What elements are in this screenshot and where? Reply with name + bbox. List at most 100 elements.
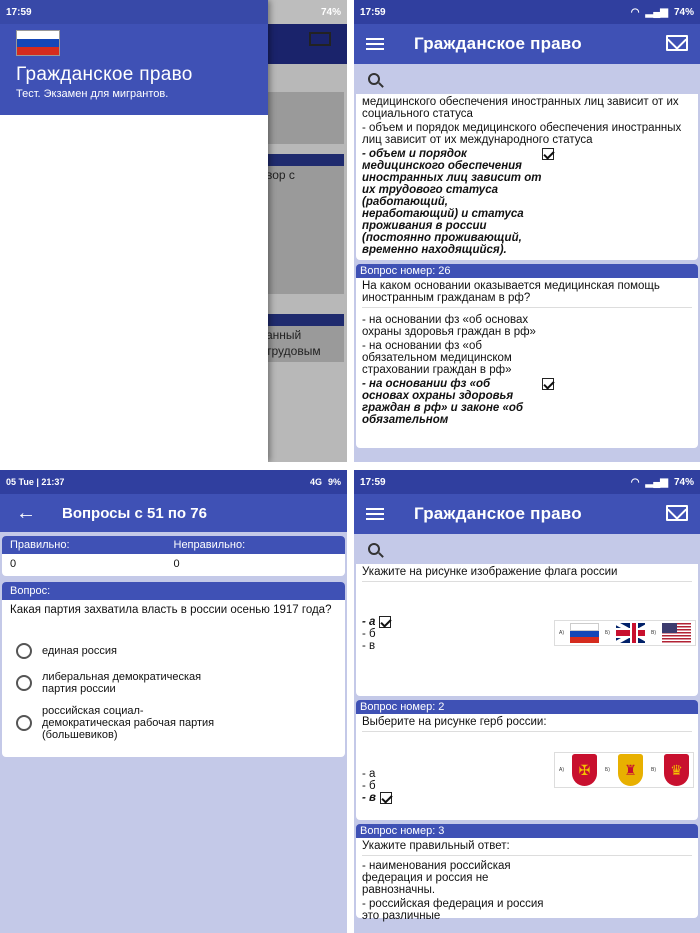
answer-option: - на основании фз «об обязательном медиц… [362,340,512,376]
dimmed-card: вор с [262,154,344,294]
panel-answers-list: 17:59 ◠ ▂▄▆ 74% Гражданское право медицинс… [354,0,700,462]
correct-answer-row: - на основании фз «об основах охраны здо… [362,378,692,426]
wrong-label: Неправильно: [173,539,246,551]
image-label: В) [650,767,656,773]
question-text: На каком основании оказывается медицинск… [362,280,692,308]
dimmed-text: трудовым [266,344,321,358]
app-title: Гражданское право [414,34,582,53]
coats-of-arms-image: А) ✠ Б) ♜ В) ♛ [554,752,694,788]
answer-option: - объем и порядок медицинского обеспечен… [362,122,682,146]
answer-option: - российская федерация и россия это разл… [362,898,544,922]
usa-flag-icon [661,623,691,643]
dimmed-text: анный [266,328,302,342]
score-card: Правильно: Неправильно: 0 0 [2,536,345,576]
app-title: Гражданское право [414,504,582,523]
search-icon[interactable] [368,543,380,555]
panel-quiz: 05 Tue | 21:37 4G 9% ← Вопросы с 51 по 76… [0,470,347,933]
status-battery: 74% [320,6,341,18]
question-card: На каком основании оказывается медицинск… [356,278,698,448]
panel-image-questions: 17:59 ◠ ▂▄▆ 74% Гражданское право Укажите … [354,470,700,933]
correct-label: Правильно: [10,539,70,551]
image-label: Б) [605,767,610,773]
status-time: 17:59 [360,6,386,18]
russia-flag-icon [570,623,600,643]
checkmark-icon [542,148,554,160]
status-bar: 05 Tue | 21:37 4G 9% [0,470,347,494]
app-bar: ← Вопросы с 51 по 76 [0,494,347,532]
network-type: 4G [309,477,322,487]
status-time: 05 Tue | 21:37 [6,477,65,487]
signal-icon: ▂▄▆ [645,476,668,488]
image-label: В) [650,630,656,636]
correct-answer-row: - в [362,792,692,804]
correct-answer: - в [362,792,376,805]
question-label: Вопрос: [2,582,345,600]
wrong-count: 0 [173,558,180,570]
search-icon[interactable] [368,73,380,85]
score-values: 0 0 [2,554,345,576]
question-card: Укажите правильный ответ: - наименования… [356,838,698,922]
app-logo-flag-icon [16,30,60,56]
navigation-drawer[interactable]: 17:59 Гражданское право Тест. Экзамен дл… [0,0,268,462]
answer-option[interactable]: либеральная демократическая партия росси… [2,669,345,697]
status-time: 17:59 [360,476,386,488]
answer-label: единая россия [42,645,117,657]
mail-icon[interactable] [666,35,688,51]
search-bar[interactable] [354,64,700,94]
russia-coat-of-arms-icon: ♛ [663,754,689,786]
answer-option: - наименования российская федерация и ро… [362,860,511,896]
question-card: Укажите на рисунке изображение флага рос… [356,564,698,696]
question-card: Выберите на рисунке герб россии: - а - б… [356,714,698,820]
correct-answer: - на основании фз «об основах охраны здо… [362,378,524,426]
status-bar: 17:59 [0,0,268,24]
question-text: Укажите правильный ответ: [362,840,692,856]
coat-of-arms-b-icon: ♜ [617,754,643,786]
drawer-subtitle: Тест. Экзамен для мигрантов. [16,88,169,100]
answer-option[interactable]: российская социал-демократическая рабоча… [2,703,345,743]
app-bar: Гражданское право [354,24,700,64]
signal-icon: ▂▄▆ [645,6,668,18]
page-title: Вопросы с 51 по 76 [62,504,207,522]
question-number-header: Вопрос номер: 26 [356,264,698,278]
battery-level: 9% [327,477,341,487]
answer-option[interactable]: единая россия [2,641,345,661]
status-bar: 17:59 ◠ ▂▄▆ 74% [354,470,700,494]
answer-option: - на основании фз «об основах охраны здо… [362,314,536,338]
answer-label: либеральная демократическая партия росси… [42,671,202,695]
coat-of-arms-a-icon: ✠ [572,754,598,786]
search-bar[interactable] [354,534,700,564]
correct-count: 0 [10,558,17,570]
app-bar: Гражданское право [354,494,700,534]
status-bar: 17:59 ◠ ▂▄▆ 74% [354,0,700,24]
question-text: Укажите на рисунке изображение флага рос… [362,566,692,582]
menu-icon[interactable] [366,38,384,50]
correct-answer-row: - объем и порядок медицинского обеспечен… [362,148,692,256]
correct-answer: - а [362,616,376,629]
radio-button[interactable] [16,675,32,691]
question-card: Вопрос: Какая партия захватила власть в … [2,582,345,757]
uk-flag-icon [615,623,645,643]
battery-level: 74% [673,6,694,18]
dimmed-text: вор с [266,168,295,182]
back-arrow-icon[interactable]: ← [16,502,36,525]
battery-level: 74% [673,476,694,488]
checkmark-icon [379,792,392,804]
image-label: Б) [605,630,610,636]
mail-icon[interactable] [666,505,688,521]
status-time: 17:59 [6,6,32,18]
question-number-header: Вопрос номер: 3 [356,824,698,838]
question-text: Какая партия захватила власть в россии о… [10,604,332,616]
image-label: А) [559,630,564,636]
question-number-header: Вопрос номер: 2 [356,700,698,714]
answer-option: медицинского обеспечения иностранных лиц… [362,96,679,120]
checkmark-icon [379,616,392,628]
question-text: Выберите на рисунке герб россии: [362,716,692,732]
mail-icon [309,32,331,46]
menu-icon[interactable] [366,508,384,520]
wifi-icon: ◠ [630,6,640,18]
radio-button[interactable] [16,715,32,731]
panel-drawer: вор с анный трудовым 17:59 Гражданское п… [0,0,347,462]
answer-card: медицинского обеспечения иностранных лиц… [356,94,698,260]
score-header: Правильно: Неправильно: [2,536,345,554]
radio-button[interactable] [16,643,32,659]
